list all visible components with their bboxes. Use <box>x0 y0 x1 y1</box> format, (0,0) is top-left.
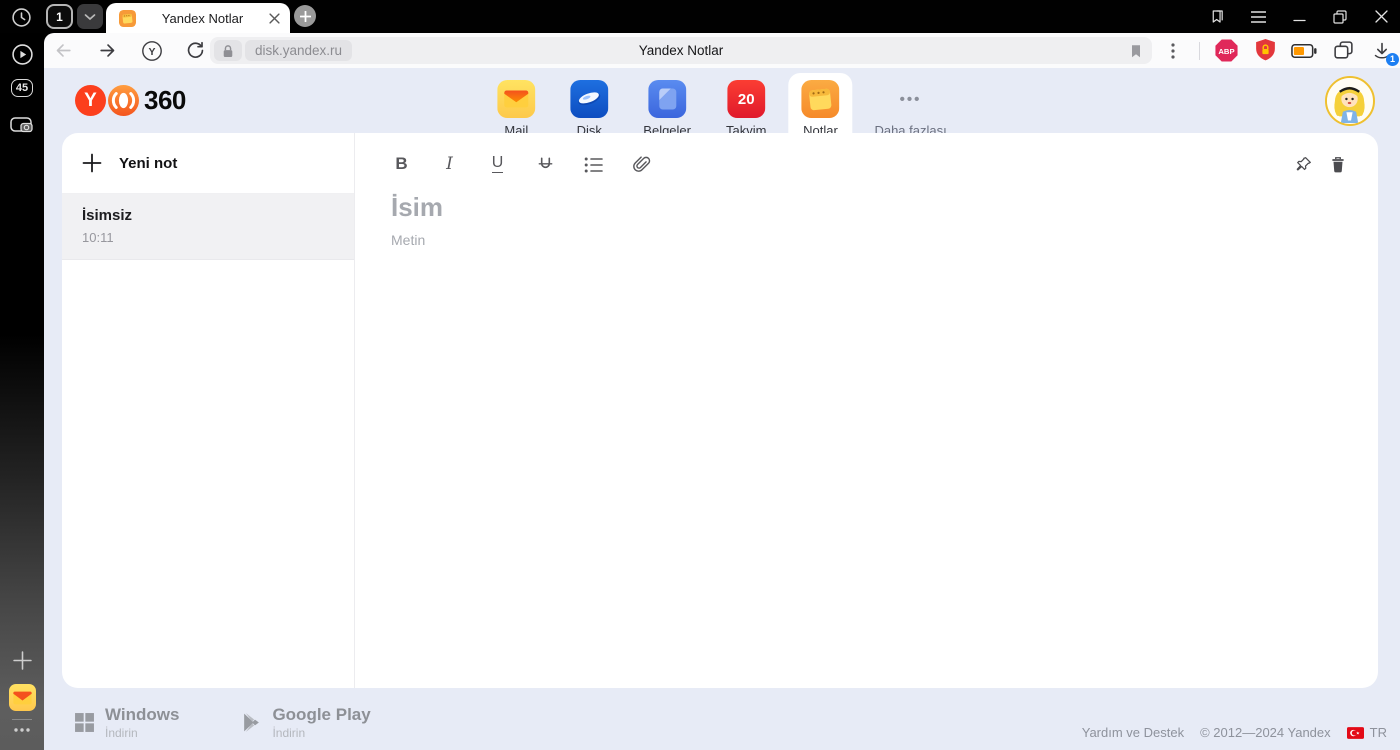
download-platform: Windows <box>105 705 180 724</box>
new-note-button[interactable]: Yeni not <box>62 133 354 194</box>
adblock-plus-icon[interactable]: ABP <box>1213 38 1239 64</box>
browser-window: 1 Yandex Notlar 45 Y disk.yandex.ru Yand… <box>0 0 1400 750</box>
browser-titlebar: 1 Yandex Notlar <box>0 0 1400 33</box>
notes-app-icon <box>801 80 840 118</box>
reload-button[interactable] <box>182 37 209 64</box>
delete-note-button[interactable] <box>1327 153 1348 175</box>
plus-icon <box>82 153 102 173</box>
sidebar-add-icon[interactable] <box>0 651 44 670</box>
locale-switcher[interactable]: TR <box>1346 725 1387 740</box>
new-note-label: Yeni not <box>119 154 178 172</box>
attach-file-button[interactable] <box>631 153 652 175</box>
toolbar-kebab-menu-icon[interactable] <box>1160 38 1186 64</box>
sidebar-more-icon[interactable] <box>0 727 44 733</box>
protect-shield-icon[interactable] <box>1252 38 1278 64</box>
tabs-panel-icon[interactable] <box>1330 38 1356 64</box>
video-play-icon[interactable] <box>0 43 44 66</box>
user-avatar[interactable] <box>1325 76 1375 126</box>
browser-menu-icon[interactable] <box>1247 6 1269 28</box>
calendar-day-badge: 20 <box>737 90 755 108</box>
italic-button[interactable]: I <box>439 153 460 175</box>
logo-360-text: 360 <box>144 85 186 115</box>
yandex-mail-shortcut-icon[interactable] <box>0 684 44 711</box>
notes-list-panel: Yeni not İsimsiz 10:11 <box>62 133 355 688</box>
pin-note-button[interactable] <box>1293 153 1314 175</box>
windows-icon <box>75 713 94 732</box>
forward-button[interactable] <box>94 37 121 64</box>
window-restore-button[interactable] <box>1329 6 1351 28</box>
editor-toolbar: B I U <box>391 146 1342 182</box>
bold-button[interactable]: B <box>391 153 412 175</box>
google-play-icon <box>244 713 260 732</box>
bookmarks-panel-icon[interactable] <box>1206 6 1228 28</box>
tab-favicon-notes-icon <box>119 9 136 27</box>
add-bookmark-icon[interactable] <box>1128 43 1144 59</box>
screenshot-camera-icon[interactable] <box>0 115 44 135</box>
svg-text:Y: Y <box>148 46 155 58</box>
downloads-icon[interactable]: 1 <box>1369 38 1399 66</box>
underline-button[interactable]: U <box>487 153 508 175</box>
new-tab-button[interactable] <box>294 5 316 27</box>
notes-card: Yeni not İsimsiz 10:11 B I U İsim Metin <box>62 133 1378 688</box>
secure-lock-icon[interactable] <box>214 40 242 61</box>
window-minimize-button[interactable] <box>1288 6 1310 28</box>
more-apps-icon: ••• <box>899 90 922 108</box>
help-support-link[interactable]: Yardım ve Destek <box>1082 725 1184 740</box>
yandex-logo-icon: Y <box>75 85 106 116</box>
download-windows-link[interactable]: Windows İndirin <box>74 705 179 740</box>
yandex360-page: Y 360 Mail Disk Belgeler 20 Takvim Notla… <box>44 68 1400 750</box>
bullet-list-button[interactable] <box>583 153 604 175</box>
page-footer: Windows İndirin Google Play İndirin Yard… <box>44 688 1400 750</box>
battery-icon <box>1291 38 1317 64</box>
download-platform: Google Play <box>272 705 371 724</box>
y360-logo-icon <box>108 85 139 116</box>
history-icon[interactable] <box>10 6 32 28</box>
tab-list-chevron-button[interactable] <box>77 4 103 29</box>
tab-title: Yandex Notlar <box>161 10 244 26</box>
note-time: 10:11 <box>82 230 114 245</box>
note-title: İsimsiz <box>82 207 133 224</box>
tab-close-icon[interactable] <box>269 12 280 24</box>
note-body-input[interactable]: Metin <box>391 232 1342 248</box>
note-title-input[interactable]: İsim <box>391 192 1342 223</box>
browser-toolbar: Y disk.yandex.ru Yandex Notlar ABP 1 <box>44 33 1400 68</box>
mail-app-icon <box>497 80 536 118</box>
locale-code: TR <box>1369 725 1387 740</box>
disk-app-icon <box>570 80 609 118</box>
download-googleplay-link[interactable]: Google Play İndirin <box>241 705 371 740</box>
back-button[interactable] <box>50 37 77 64</box>
download-action: İndirin <box>272 726 306 740</box>
yandex-services-button[interactable]: Y <box>138 37 165 64</box>
calendar-app-icon: 20 <box>727 80 766 118</box>
toolbar-separator <box>1199 41 1200 60</box>
strikethrough-button[interactable] <box>535 153 556 175</box>
download-count-badge: 1 <box>1386 52 1399 66</box>
tabs-count-badge[interactable]: 45 <box>0 79 44 97</box>
note-list-item[interactable]: İsimsiz 10:11 <box>62 194 354 260</box>
turkey-flag-icon <box>1346 726 1364 739</box>
url-domain[interactable]: disk.yandex.ru <box>245 40 353 61</box>
note-editor: B I U İsim Metin <box>355 133 1378 688</box>
yandex360-logo[interactable]: Y 360 <box>75 85 186 116</box>
window-close-button[interactable] <box>1370 6 1392 28</box>
copyright-text: © 2012—2024 Yandex <box>1200 725 1331 740</box>
service-header: Y 360 Mail Disk Belgeler 20 Takvim Notla… <box>44 68 1400 147</box>
editor-actions <box>1293 146 1348 182</box>
download-action: İndirin <box>105 726 138 740</box>
svg-text:ABP: ABP <box>1218 47 1234 56</box>
tab-counter-button[interactable]: 1 <box>46 4 73 29</box>
url-bar[interactable]: disk.yandex.ru Yandex Notlar <box>210 37 1152 64</box>
browser-tab[interactable]: Yandex Notlar <box>106 3 290 33</box>
browser-sidebar: 45 <box>0 33 44 750</box>
sidebar-divider <box>12 719 32 720</box>
documents-app-icon <box>648 80 687 118</box>
